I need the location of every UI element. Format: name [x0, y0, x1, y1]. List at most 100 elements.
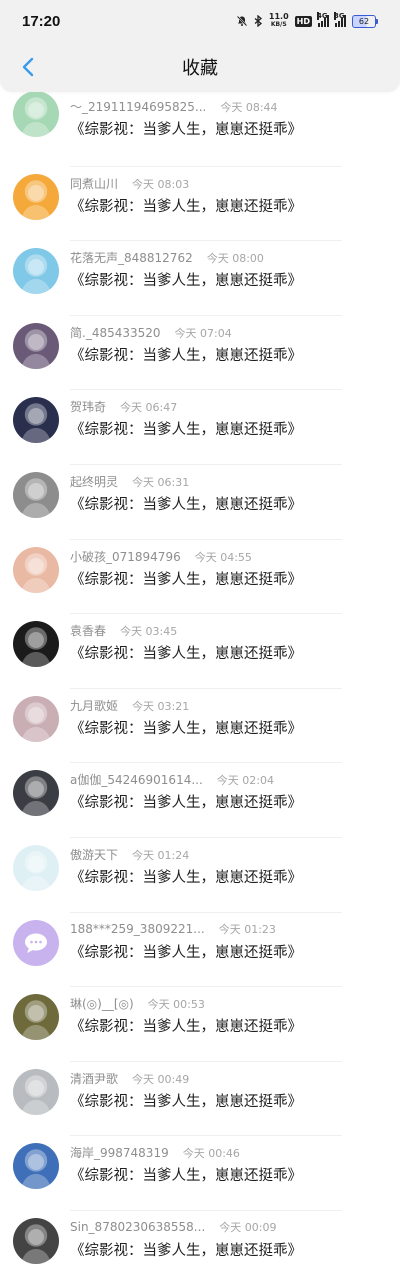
item-meta: 贺玮奇 今天 06:47 [70, 398, 177, 415]
battery-indicator: 62 [352, 14, 378, 28]
timestamp: 今天 03:45 [120, 625, 178, 639]
list-item[interactable]: 傲游天下 今天 01:24 《综影视：当爹人生，崽崽还挺乖》 [0, 838, 400, 913]
user-name[interactable]: Sin_8780230638558... [70, 1220, 205, 1234]
timestamp: 今天 06:47 [120, 401, 178, 415]
item-message[interactable]: 《综影视：当爹人生，崽崽还挺乖》 [70, 195, 302, 216]
list-item[interactable]: 袁香春 今天 03:45 《综影视：当爹人生，崽崽还挺乖》 [0, 614, 400, 689]
item-meta: 清酒尹歌 今天 00:49 [70, 1070, 189, 1087]
user-name[interactable]: 起终明灵 [70, 475, 118, 489]
dark-anime-avatar[interactable] [13, 770, 59, 817]
item-message[interactable]: 《综影视：当爹人生，崽崽还挺乖》 [70, 1239, 302, 1260]
list-item[interactable]: ～_219111946958​25... 今天 08:44 《综影视：当爹人生，崽崽… [0, 92, 400, 167]
bluetooth-icon [254, 15, 263, 27]
girl-drawing-avatar[interactable] [13, 546, 59, 593]
page-title: 收藏 [182, 58, 218, 79]
cartoon-face-avatar[interactable] [13, 1143, 59, 1190]
list-item[interactable]: 海岸_998748319 今天 00:46 《综影视：当爹人生，崽崽还挺乖》 [0, 1136, 400, 1211]
list-item[interactable]: a伽伽_54246901614... 今天 02:04 《综影视：当爹人生，崽崽还挺… [0, 763, 400, 838]
chevron-left-icon [22, 57, 34, 77]
list-item[interactable]: 九月歌姬 今天 03:21 《综影视：当爹人生，崽崽还挺乖》 [0, 689, 400, 764]
sketch-avatar[interactable] [13, 1068, 59, 1115]
item-meta: a伽伽_54246901614... 今天 02:04 [70, 771, 274, 788]
user-name[interactable]: 花落无声_848812762 [70, 251, 193, 265]
item-message[interactable]: 《综影视：当爹人生，崽崽还挺乖》 [70, 941, 302, 962]
dark-figure-avatar[interactable] [13, 621, 59, 668]
hd-badge: HD [294, 15, 312, 27]
item-meta: 袁香春 今天 03:45 [70, 622, 177, 639]
item-meta: 海岸_998748319 今天 00:46 [70, 1144, 240, 1161]
bw-portrait-avatar[interactable] [13, 1217, 59, 1264]
gray-figure-avatar[interactable] [13, 471, 59, 518]
user-name[interactable]: 海岸_998748319 [70, 1146, 169, 1160]
timestamp: 今天 06:31 [132, 475, 190, 489]
user-name[interactable]: 清酒尹歌 [70, 1072, 118, 1086]
user-name[interactable]: ～_219111946958​25... [70, 100, 206, 114]
timestamp: 今天 00:53 [147, 998, 205, 1012]
user-name[interactable]: 188***259_3809221... [70, 922, 205, 936]
sky-avatar[interactable] [13, 248, 59, 295]
anime-boy-avatar[interactable] [13, 173, 59, 220]
user-name[interactable]: 九月歌姬 [70, 699, 118, 713]
item-meta: 傲游天下 今天 01:24 [70, 846, 189, 863]
item-message[interactable]: 《综影视：当爹人生，崽崽还挺乖》 [70, 344, 302, 365]
timestamp: 今天 00:46 [182, 1147, 240, 1161]
list-item[interactable]: 188***259_3809221... 今天 01:23 《综影视：当爹人生，崽崽… [0, 913, 400, 988]
list-item[interactable]: 同煮山川 今天 08:03 《综影视：当爹人生，崽崽还挺乖》 [0, 167, 400, 242]
timestamp: 今天 01:23 [218, 922, 276, 936]
item-message[interactable]: 《综影视：当爹人生，崽崽还挺乖》 [70, 866, 302, 887]
item-message[interactable]: 《综影视：当爹人生，崽崽还挺乖》 [70, 568, 302, 589]
user-name[interactable]: a伽伽_54246901614... [70, 773, 203, 787]
list-item[interactable]: 清酒尹歌 今天 00:49 《综影视：当爹人生，崽崽还挺乖》 [0, 1062, 400, 1137]
list-item[interactable]: 小破孩_071894796 今天 04:55 《综影视：当爹人生，崽崽还挺乖》 [0, 540, 400, 615]
timestamp: 今天 04:55 [194, 550, 252, 564]
item-message[interactable]: 《综影视：当爹人生，崽崽还挺乖》 [70, 1090, 302, 1111]
item-meta: Sin_8780230638558... 今天 00:09 [70, 1219, 276, 1235]
item-meta: 188***259_3809221... 今天 01:23 [70, 921, 276, 937]
back-button[interactable] [8, 47, 48, 87]
item-meta: 简._485433520 今天 07:04 [70, 324, 232, 341]
list-item[interactable]: 起终明灵 今天 06:31 《综影视：当爹人生，崽崽还挺乖》 [0, 465, 400, 540]
item-message[interactable]: 《综影视：当爹人生，崽崽还挺乖》 [70, 1015, 302, 1036]
user-name[interactable]: 傲游天下 [70, 848, 118, 862]
anime-girl-avatar[interactable] [13, 92, 59, 137]
user-name[interactable]: 小破孩_071894796 [70, 550, 181, 564]
status-bar: 17:20 11.0 KB/S HD 4G 3G 62 [0, 0, 400, 42]
list-item[interactable]: Sin_8780230638558... 今天 00:09 《综影视：当爹人生，崽崽… [0, 1211, 400, 1280]
list-item[interactable]: 花落无声_848812762 今天 08:00 《综影视：当爹人生，崽崽还挺乖》 [0, 241, 400, 316]
item-message[interactable]: 《综影视：当爹人生，崽崽还挺乖》 [70, 269, 302, 290]
item-message[interactable]: 《综影视：当爹人生，崽崽还挺乖》 [70, 642, 302, 663]
item-message[interactable]: 《综影视：当爹人生，崽崽还挺乖》 [70, 118, 302, 139]
user-name[interactable]: 贺玮奇 [70, 400, 106, 414]
item-message[interactable]: 《综影视：当爹人生，崽崽还挺乖》 [70, 1164, 302, 1185]
night-sky-avatar[interactable] [13, 397, 59, 444]
timestamp: 今天 00:49 [132, 1072, 190, 1086]
timestamp: 今天 08:03 [132, 177, 190, 191]
user-name[interactable]: 袁香春 [70, 624, 106, 638]
timestamp: 今天 00:09 [219, 1220, 277, 1234]
item-meta: 花落无声_848812762 今天 08:00 [70, 249, 264, 266]
face-avatar[interactable] [13, 695, 59, 742]
item-message[interactable]: 《综影视：当爹人生，崽崽还挺乖》 [70, 717, 302, 738]
item-message[interactable]: 《综影视：当爹人生，崽崽还挺乖》 [70, 418, 302, 439]
list-item[interactable]: 贺玮奇 今天 06:47 《综影视：当爹人生，崽崽还挺乖》 [0, 390, 400, 465]
chat-bubble-icon[interactable] [13, 919, 59, 966]
item-meta: 小破孩_071894796 今天 04:55 [70, 548, 252, 565]
user-name[interactable]: 同煮山川 [70, 177, 118, 191]
girl-photo-avatar[interactable] [13, 994, 59, 1041]
list-item[interactable]: 简._485433520 今天 07:04 《综影视：当爹人生，崽崽还挺乖》 [0, 316, 400, 391]
woman-avatar[interactable] [13, 322, 59, 369]
light-figure-avatar[interactable] [13, 844, 59, 891]
header-bar: 收藏 [0, 42, 400, 92]
item-meta: ～_219111946958​25... 今天 08:44 [70, 98, 278, 115]
list-item[interactable]: 琳(◎)__[◎) 今天 00:53 《综影视：当爹人生，崽崽还挺乖》 [0, 987, 400, 1062]
item-message[interactable]: 《综影视：当爹人生，崽崽还挺乖》 [70, 791, 302, 812]
favorites-list: ～_219111946958​25... 今天 08:44 《综影视：当爹人生，崽崽… [0, 92, 400, 1280]
user-name[interactable]: 简._485433520 [70, 326, 161, 340]
timestamp: 今天 03:21 [132, 699, 190, 713]
signal-icon-2: 3G [334, 12, 346, 27]
item-meta: 同煮山川 今天 08:03 [70, 175, 189, 192]
timestamp: 今天 01:24 [132, 848, 190, 862]
user-name[interactable]: 琳(◎)__[◎) [70, 997, 134, 1011]
status-time: 17:20 [22, 12, 61, 30]
item-message[interactable]: 《综影视：当爹人生，崽崽还挺乖》 [70, 493, 302, 514]
